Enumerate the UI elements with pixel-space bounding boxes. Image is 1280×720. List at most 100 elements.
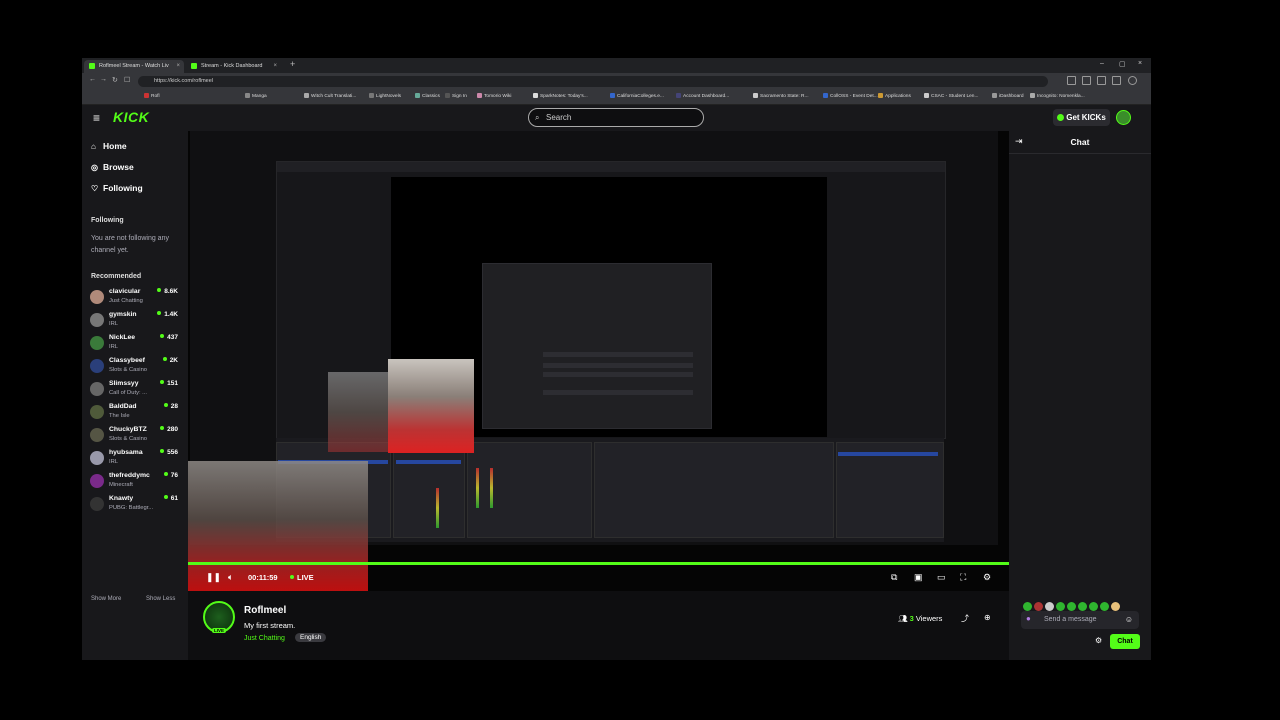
kick-logo[interactable]: KICK [113,109,149,125]
emote-icon[interactable] [1100,602,1109,611]
kick-favicon-icon [191,63,197,69]
extension-icon[interactable] [1067,76,1076,85]
avatar [90,313,104,327]
bookmark-item[interactable]: CollOSS - Event Det... [823,93,878,99]
bookmark-item[interactable]: Sacramento State: R... [753,93,809,99]
address-bar-row: ← → ↻ ☐ https://kick.com/roflmeel [82,73,1151,90]
url-text: https://kick.com/roflmeel [154,78,213,84]
nav-following[interactable]: ♡ Following [91,183,143,193]
bookmark-item[interactable]: Witch Cult Translati... [304,93,356,99]
bookmark-item[interactable]: Incognito: Nomenkla... [1030,93,1085,99]
bookmark-item[interactable]: Account Dashboard... [676,93,729,99]
pause-icon[interactable]: ❚❚ [206,572,221,583]
share-icon[interactable]: ⤴ [961,613,969,624]
recommended-channel[interactable]: NickLee IRL 437 [90,333,184,355]
bookmark-icon[interactable]: ☐ [124,76,130,84]
recommended-channel[interactable]: thefreddymc Minecraft 76 [90,471,184,493]
viewer-count: 👥︎ 3 Viewers [898,614,943,623]
user-avatar[interactable] [1116,110,1131,125]
tab-stream[interactable]: Roflmeel Stream - Watch Liv × [84,60,184,73]
chat-settings-icon[interactable]: ⚙ [1095,636,1102,645]
language-tag[interactable]: English [295,633,327,642]
chat-input[interactable]: ● Send a message ☺ [1021,611,1139,629]
channel-name[interactable]: Roflmeel [244,605,286,616]
fullscreen-icon[interactable]: ⛶ [960,572,966,583]
maximize-button[interactable]: ▢ [1119,60,1126,68]
following-heading: Following [91,217,124,224]
settings-gear-icon[interactable]: ⚙ [983,572,991,583]
chat-send-button[interactable]: Chat [1110,634,1140,649]
recommended-channel[interactable]: clavicular Just Chatting 8.6K [90,287,184,309]
url-field[interactable]: https://kick.com/roflmeel [138,76,1048,87]
recommended-channel[interactable]: Slimssyy Call of Duty: ... 151 [90,379,184,401]
recommended-channel[interactable]: Knawty PUBG: Battlegr... 61 [90,494,184,516]
video-player[interactable]: ❚❚ 🔈︎ 00:11:59 LIVE ⧉ ▣ ▭ ⛶ ⚙ [188,131,1009,591]
miniplayer-icon[interactable]: ▣ [914,572,923,583]
webcam-feed [388,359,474,453]
bookmark-item[interactable]: Classics [415,93,440,99]
reload-icon[interactable]: ↻ [112,76,118,84]
back-icon[interactable]: ← [89,76,96,83]
player-controls: ❚❚ 🔈︎ 00:11:59 LIVE ⧉ ▣ ▭ ⛶ ⚙ [188,565,1009,591]
sidebar-icon[interactable] [1112,76,1121,85]
clip-icon[interactable]: ⧉ [891,572,897,583]
sidebar: ⌂ Home ◎ Browse ♡ Following Following You a… [82,131,188,660]
recommended-channel[interactable]: gymskin IRL 1.4K [90,310,184,332]
close-tab-icon[interactable]: × [176,60,180,73]
category-link[interactable]: Just Chatting [244,635,285,642]
add-user-icon[interactable]: ⊕ [984,613,991,622]
emote-icon[interactable] [1111,602,1120,611]
tab-dashboard[interactable]: Stream - Kick Dashboard × [186,60,281,73]
bookmark-item[interactable]: Sign In [445,93,467,99]
microphone-icon[interactable]: ● [1026,614,1031,623]
bookmark-item[interactable]: LightNovels [369,93,401,99]
search-input[interactable]: ⌕ Search [528,108,704,127]
nested-obs-panels [276,438,944,542]
bookmark-item[interactable]: CSAC - Student Len... [924,93,978,99]
get-kicks-button[interactable]: Get KICKs [1053,109,1110,126]
bookmark-item[interactable]: Tomorio Wiki [477,93,511,99]
emote-icon[interactable] [1067,602,1076,611]
emote-icon[interactable] [1089,602,1098,611]
bookmark-item[interactable]: Manga [245,93,267,99]
bookmark-item[interactable]: iDashboard [992,93,1024,99]
emote-icon[interactable] [1078,602,1087,611]
close-window-button[interactable]: × [1138,60,1142,67]
close-tab-icon[interactable]: × [273,60,277,73]
search-icon: ⌕ [535,113,540,122]
recommended-channel[interactable]: BaldDad The Isle 28 [90,402,184,424]
recommended-channel[interactable]: ChuckyBTZ Slots & Casino 280 [90,425,184,447]
emote-icon[interactable] [1023,602,1032,611]
emote-icon[interactable] [1056,602,1065,611]
emote-icon[interactable] [1045,602,1054,611]
recommended-channel[interactable]: Classybeef Slots & Casino 2K [90,356,184,378]
emoji-icon[interactable]: ☺ [1125,615,1133,624]
browser-window: Roflmeel Stream - Watch Liv × Stream - Ki… [82,58,1151,660]
theater-mode-icon[interactable]: ▭ [937,572,946,583]
nav-home[interactable]: ⌂ Home [91,141,127,151]
new-tab-button[interactable]: + [290,59,295,69]
emote-row [1023,598,1148,611]
bookmark-item[interactable]: Rofl [144,93,160,99]
menu-icon[interactable]: ≡ [93,111,100,125]
following-empty-text: You are not following any channel yet. [91,235,169,254]
recommended-channel[interactable]: hyubsama IRL 556 [90,448,184,470]
bookmark-item[interactable]: SparkNotes: Today's... [533,93,588,99]
show-less-button[interactable]: Show Less [146,596,175,602]
volume-icon[interactable]: 🔈︎ [228,572,233,583]
minimize-button[interactable]: – [1100,60,1104,67]
show-more-button[interactable]: Show More [91,596,121,602]
chat-placeholder: Send a message [1044,616,1097,623]
chat-header: ⇥ Chat [1009,131,1151,154]
tab-label: Stream - Kick Dashboard [201,63,263,69]
profile-icon[interactable] [1128,76,1137,85]
bookmark-item[interactable]: Applications [878,93,911,99]
extension-icon[interactable] [1097,76,1106,85]
compass-icon: ◎ [91,163,98,172]
bookmarks-bar: Rofl Manga Witch Cult Translati... Light… [82,90,1151,105]
emote-icon[interactable] [1034,602,1043,611]
bookmark-item[interactable]: CaliforniaColleges.e... [610,93,664,99]
nav-browse[interactable]: ◎ Browse [91,162,134,172]
forward-icon[interactable]: → [100,76,107,83]
extension-icon[interactable] [1082,76,1091,85]
